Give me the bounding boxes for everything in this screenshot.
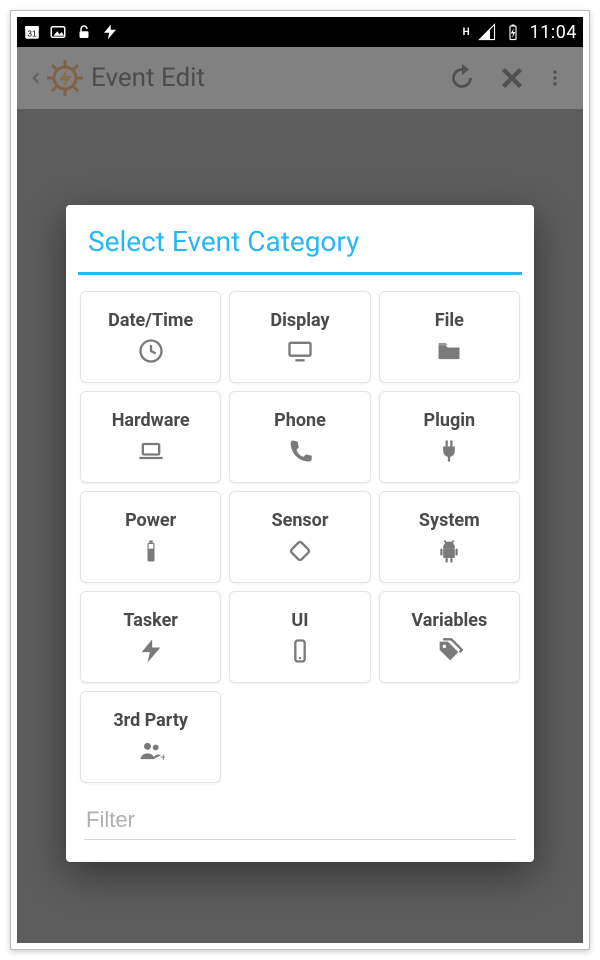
lightning-icon bbox=[101, 23, 119, 41]
tile-label: Variables bbox=[411, 610, 487, 631]
category-tile-plugin[interactable]: Plugin bbox=[379, 391, 520, 483]
svg-text:31: 31 bbox=[27, 30, 37, 39]
tile-label: Date/Time bbox=[108, 310, 193, 331]
status-right: H 11:04 bbox=[463, 22, 577, 43]
folder-icon bbox=[435, 337, 463, 365]
android-icon bbox=[435, 537, 463, 565]
category-tile-phone[interactable]: Phone bbox=[229, 391, 370, 483]
tile-label: File bbox=[435, 310, 464, 331]
category-tile-sensor[interactable]: Sensor bbox=[229, 491, 370, 583]
category-grid: Date/Time Display File bbox=[66, 275, 534, 793]
category-tile-3rd-party[interactable]: 3rd Party + bbox=[80, 691, 221, 783]
status-clock: 11:04 bbox=[530, 22, 577, 43]
laptop-icon bbox=[137, 437, 165, 465]
svg-text:+: + bbox=[160, 750, 165, 763]
dialog-title: Select Event Category bbox=[66, 205, 534, 272]
tile-label: Tasker bbox=[123, 610, 177, 631]
tag-icon bbox=[435, 637, 463, 665]
battery-charging-icon bbox=[504, 23, 522, 41]
phone-icon bbox=[286, 437, 314, 465]
calendar-icon: 31 bbox=[23, 23, 41, 41]
smartphone-icon bbox=[286, 637, 314, 665]
tile-label: Display bbox=[270, 310, 329, 331]
group-icon: + bbox=[137, 737, 165, 765]
category-tile-system[interactable]: System bbox=[379, 491, 520, 583]
device-screen: 31 H 11:04 bbox=[17, 17, 583, 943]
category-tile-file[interactable]: File bbox=[379, 291, 520, 383]
monitor-icon bbox=[286, 337, 314, 365]
category-tile-variables[interactable]: Variables bbox=[379, 591, 520, 683]
category-tile-hardware[interactable]: Hardware bbox=[80, 391, 221, 483]
tile-label: System bbox=[419, 510, 480, 531]
select-event-category-dialog: Select Event Category Date/Time Display bbox=[66, 205, 534, 862]
clock-icon bbox=[137, 337, 165, 365]
category-tile-tasker[interactable]: Tasker bbox=[80, 591, 221, 683]
tile-label: UI bbox=[291, 610, 308, 631]
filter-input[interactable] bbox=[84, 801, 516, 840]
plug-icon bbox=[435, 437, 463, 465]
rotate-icon bbox=[286, 537, 314, 565]
signal-icon bbox=[478, 23, 496, 41]
unlock-icon bbox=[75, 23, 93, 41]
photo-frame: 31 H 11:04 bbox=[10, 10, 590, 950]
status-bar: 31 H 11:04 bbox=[17, 17, 583, 47]
category-tile-ui[interactable]: UI bbox=[229, 591, 370, 683]
tile-label: Power bbox=[125, 510, 176, 531]
lightning-icon bbox=[137, 637, 165, 665]
status-left: 31 bbox=[23, 23, 119, 41]
tile-label: Phone bbox=[274, 410, 326, 431]
battery-icon bbox=[137, 537, 165, 565]
tile-label: Plugin bbox=[424, 410, 476, 431]
tile-label: 3rd Party bbox=[113, 710, 188, 731]
tile-label: Hardware bbox=[112, 410, 190, 431]
tile-label: Sensor bbox=[272, 510, 329, 531]
category-tile-power[interactable]: Power bbox=[80, 491, 221, 583]
filter-container bbox=[66, 793, 534, 854]
category-tile-date-time[interactable]: Date/Time bbox=[80, 291, 221, 383]
network-type-label: H bbox=[463, 27, 470, 38]
category-tile-display[interactable]: Display bbox=[229, 291, 370, 383]
image-icon bbox=[49, 23, 67, 41]
